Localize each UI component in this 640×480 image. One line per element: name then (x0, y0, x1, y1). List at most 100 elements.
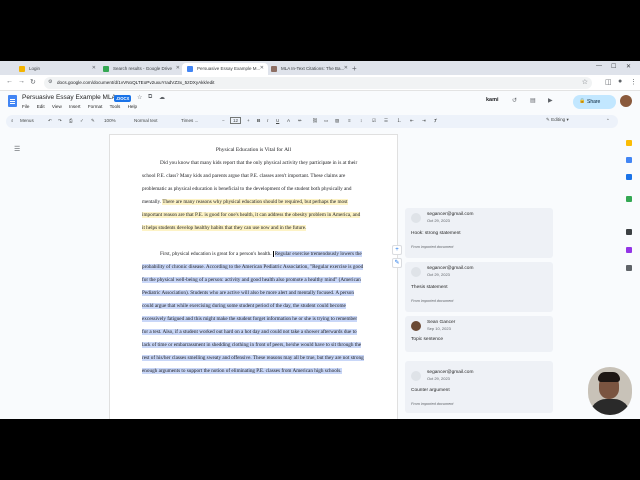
comment-card[interactable]: segancer@gmail.com Oct 29, 2023 Hook: st… (405, 208, 553, 258)
comment-source: From imported document (411, 402, 454, 406)
menu-file[interactable]: File (22, 104, 29, 109)
bold-icon[interactable]: B (257, 118, 260, 123)
kami-button[interactable]: kami (486, 97, 499, 103)
menu-edit[interactable]: Edit (37, 104, 45, 109)
menu-format[interactable]: Format (88, 104, 103, 109)
comment-author: Sean Gancer (427, 320, 456, 325)
close-tab-icon[interactable]: ✕ (344, 65, 348, 71)
comment-card[interactable]: segancer@gmail.com Oct 29, 2023 Thesis s… (405, 262, 553, 312)
editing-mode-select[interactable]: ✎ Editing ▾ (546, 117, 569, 123)
print-icon[interactable]: ⎙ (69, 118, 73, 123)
zoom-select[interactable]: 100% (104, 118, 116, 123)
suggest-edit-icon[interactable]: ✎ (392, 258, 402, 268)
redo-icon[interactable]: ↷ (58, 118, 62, 124)
image-icon[interactable]: ▨ (335, 118, 339, 124)
avatar (411, 321, 421, 331)
contacts-icon[interactable] (626, 174, 632, 180)
spellcheck-icon[interactable]: ✓ (80, 118, 84, 124)
profile-icon[interactable]: ● (618, 78, 622, 85)
add-comment-toolbar-icon[interactable]: ▭ (324, 118, 328, 124)
comment-card[interactable]: segancer@gmail.com Oct 29, 2023 Counter … (405, 361, 553, 413)
drive-icon (103, 66, 109, 72)
new-tab-icon[interactable]: + (352, 64, 357, 73)
line-spacing-icon[interactable]: ↕ (360, 118, 362, 123)
add-icon[interactable] (626, 265, 632, 271)
move-folder-icon[interactable]: ⧉ (148, 94, 152, 101)
close-tab-icon[interactable]: ✕ (176, 65, 180, 71)
menu-tools[interactable]: Tools (110, 104, 121, 109)
browser-tab[interactable]: MLA In-Text Citations: The Ba... ✕ (266, 63, 352, 75)
align-icon[interactable]: ≡ (348, 118, 351, 123)
browser-tab[interactable]: Search results - Google Drive ✕ (98, 63, 184, 75)
site-info-icon[interactable]: ⚙ (48, 79, 52, 85)
decrease-indent-icon[interactable]: ⇤ (410, 118, 414, 124)
minimize-icon[interactable]: — (596, 63, 602, 69)
back-icon[interactable]: ← (6, 78, 13, 85)
comments-icon[interactable]: ▤ (530, 97, 536, 104)
comment-date: Oct 29, 2023 (427, 272, 450, 277)
search-menus-icon[interactable]: ⌕ (11, 118, 14, 123)
text-color-icon[interactable]: A (287, 118, 290, 123)
close-window-icon[interactable]: ✕ (626, 63, 631, 70)
menu-insert[interactable]: Insert (69, 104, 81, 109)
reload-icon[interactable]: ↻ (30, 78, 36, 86)
close-tab-icon[interactable]: ✕ (260, 65, 264, 71)
bookmark-star-icon[interactable]: ☆ (582, 78, 588, 86)
meet-icon[interactable]: ▶ (548, 97, 553, 104)
clear-formatting-icon[interactable]: Ⱦ (434, 118, 437, 123)
close-tab-icon[interactable]: ✕ (92, 65, 96, 71)
selected-text[interactable]: Regular exercise tremendously lowers the… (142, 251, 364, 374)
add-comment-icon[interactable]: + (392, 245, 402, 255)
avatar (411, 213, 421, 223)
numbered-list-icon[interactable]: ⒈ (397, 118, 402, 124)
underline-icon[interactable]: U (276, 118, 279, 123)
undo-icon[interactable]: ↶ (48, 118, 52, 124)
highlight-icon[interactable]: ✏ (298, 118, 302, 124)
collapse-toolbar-icon[interactable]: ⌃ (606, 118, 610, 124)
maximize-icon[interactable]: ☐ (611, 63, 616, 70)
link-icon[interactable]: ⛓ (312, 118, 318, 124)
addon-icon[interactable] (626, 247, 632, 253)
addon-icon[interactable] (626, 229, 632, 235)
presenter-body (590, 399, 630, 415)
list-outline-icon[interactable]: ☰ (14, 145, 20, 153)
browser-menu-icon[interactable]: ⋮ (630, 78, 637, 86)
browser-tab[interactable]: Login ✕ (14, 63, 100, 75)
forward-icon[interactable]: → (18, 78, 25, 85)
document-title[interactable]: Persuasive Essay Example MLA (22, 94, 116, 101)
tasks-icon[interactable] (626, 157, 632, 163)
cloud-status-icon[interactable]: ☁ (159, 94, 165, 101)
paragraph-body-1: First, physical education is great for a… (142, 248, 364, 378)
extensions-icon[interactable]: ◫ (605, 78, 612, 86)
decrease-font-icon[interactable]: − (222, 118, 225, 123)
account-avatar[interactable] (620, 95, 632, 107)
docs-logo-icon[interactable] (8, 95, 17, 107)
essay-title: Physical Education is Vital for All (215, 147, 292, 153)
menu-view[interactable]: View (52, 104, 62, 109)
avatar (411, 267, 421, 277)
share-button[interactable]: 🔒 Share (573, 95, 616, 109)
document-page[interactable]: Physical Education is Vital for All Did … (109, 134, 398, 419)
font-select[interactable]: Times ... (181, 118, 198, 123)
menu-help[interactable]: Help (128, 104, 137, 109)
comment-card[interactable]: Sean Gancer Sep 10, 2023 Topic sentence (405, 316, 553, 352)
avatar (411, 371, 421, 381)
thesis-highlight[interactable]: There are many reasons why physical educ… (142, 199, 361, 231)
paint-format-icon[interactable]: ✎ (91, 118, 95, 124)
editing-mode-label: Editing (551, 117, 566, 122)
font-size-input[interactable]: 12 (230, 117, 242, 124)
maps-icon[interactable] (626, 196, 632, 202)
bullet-list-icon[interactable]: ☰ (384, 118, 388, 124)
star-icon[interactable]: ☆ (137, 94, 142, 101)
increase-indent-icon[interactable]: ⇥ (422, 118, 426, 124)
keep-icon[interactable] (626, 140, 632, 146)
omnibox[interactable]: ⚙ docs.google.com/document/d/1vVNoQLTEoP… (44, 77, 592, 89)
docs-icon (187, 66, 193, 72)
increase-font-icon[interactable]: + (247, 118, 250, 123)
style-select[interactable]: Normal text (134, 118, 158, 123)
search-menus-label[interactable]: Menus (20, 118, 34, 123)
history-icon[interactable]: ↺ (512, 97, 517, 104)
checklist-icon[interactable]: ☑ (372, 118, 376, 124)
italic-icon[interactable]: I (267, 118, 268, 123)
browser-tab-active[interactable]: Persuasive Essay Example M... ✕ (182, 63, 268, 75)
